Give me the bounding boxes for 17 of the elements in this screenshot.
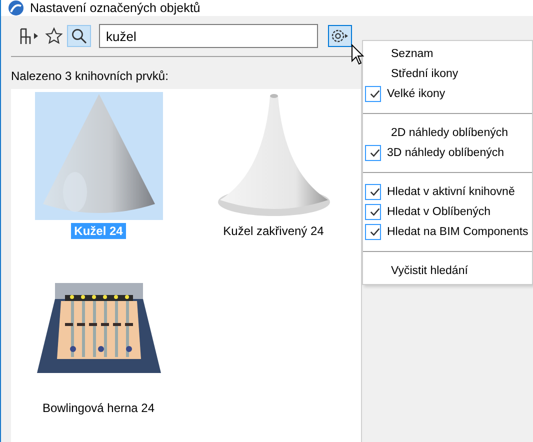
menu-item[interactable]: Hledat v Oblíbených xyxy=(363,202,532,222)
star-icon[interactable] xyxy=(45,27,63,45)
item-label[interactable]: Kužel zakřivený 24 xyxy=(220,223,327,239)
menu-item[interactable]: Seznam xyxy=(363,44,532,64)
menu-item[interactable]: 3D náhledy oblíbených xyxy=(363,143,532,163)
settings-button[interactable] xyxy=(328,25,352,47)
menu-item[interactable]: Střední ikony xyxy=(363,64,532,84)
search-field[interactable]: kužel xyxy=(99,24,318,48)
search-button[interactable] xyxy=(67,25,91,47)
item-label[interactable]: Bowlingová herna 24 xyxy=(39,400,158,416)
menu-item[interactable]: Hledat na BIM Components xyxy=(363,222,532,242)
result-count: Nalezeno 3 knihovních prvků: xyxy=(11,69,170,83)
menu-item[interactable]: Hledat v aktivní knihovně xyxy=(363,182,532,202)
menu-item[interactable]: Velké ikony xyxy=(363,84,532,104)
menu-item[interactable]: 2D náhledy oblíbených xyxy=(363,123,532,143)
menu-item[interactable]: Vyčistit hledání xyxy=(363,261,532,281)
window-title: Nastavení označených objektů xyxy=(30,1,200,15)
